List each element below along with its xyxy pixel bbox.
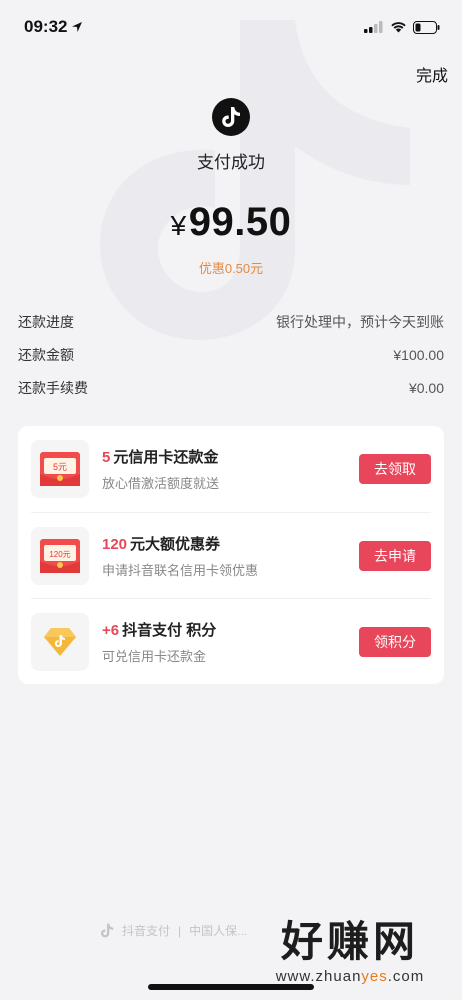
promo-title-text: 元大额优惠券: [130, 535, 221, 553]
douyin-logo: [212, 98, 250, 136]
location-arrow-icon: [72, 22, 83, 32]
claim-cashback-button[interactable]: 去领取: [359, 454, 431, 484]
diamond-points-icon: [31, 612, 89, 671]
promo-subtitle: 可兑信用卡还款金: [102, 648, 207, 664]
promo-number: +6: [102, 621, 120, 639]
promo-item-coupon: 120元 120 元大额优惠券 申请抖音联名信用卡领优惠 去申请: [31, 512, 431, 598]
detail-value: ¥0.00: [408, 379, 444, 396]
footer-partner-text: 中国人保...: [189, 924, 248, 938]
promo-title: +6 抖音支付 积分: [102, 619, 359, 640]
time-text: 09:32: [24, 17, 68, 36]
watermark-title: 好赚网: [280, 918, 419, 965]
footer-brand-text: 抖音支付: [122, 924, 171, 938]
promo-subtitle: 放心借激活额度就送: [102, 476, 220, 491]
site-watermark: 好赚网 www.zhuanyes.com: [250, 918, 450, 985]
done-button[interactable]: 完成: [416, 62, 448, 86]
detail-label: 还款手续费: [18, 379, 88, 396]
watermark-url: www.zhuanyes.com: [250, 968, 450, 985]
detail-row-progress: 还款进度 银行处理中，预计今天到账: [18, 305, 444, 338]
detail-value: 银行处理中，预计今天到账: [276, 313, 444, 330]
promo-title: 5 元信用卡还款金: [102, 446, 359, 467]
promo-number: 5: [102, 449, 111, 466]
promo-subtitle: 申请抖音联名信用卡领优惠: [102, 562, 259, 578]
promo-title-text: 抖音支付 积分: [122, 621, 217, 639]
battery-icon: [413, 20, 440, 34]
envelope-label: 120元: [49, 550, 70, 559]
currency-symbol: ¥: [170, 210, 187, 241]
watermark-url-prefix: www.zhuan: [275, 968, 362, 985]
detail-value: ¥100.00: [393, 346, 444, 363]
status-time: 09:32: [24, 17, 83, 37]
detail-label: 还款金额: [18, 346, 74, 363]
envelope-label: 5元: [53, 462, 67, 472]
red-envelope-icon: 120元: [31, 526, 89, 585]
watermark-url-suffix: .com: [387, 968, 425, 985]
douyin-small-icon: [101, 923, 114, 938]
wifi-icon: [391, 22, 406, 33]
detail-row-fee: 还款手续费 ¥0.00: [18, 371, 444, 404]
amount-value: 99.50: [188, 200, 292, 244]
promo-item-points: +6 抖音支付 积分 可兑信用卡还款金 领积分: [31, 598, 431, 684]
watermark-url-highlight: yes: [361, 968, 388, 985]
discount-text: 优惠0.50元: [198, 261, 264, 276]
payment-status: 支付成功: [197, 153, 265, 172]
promo-number: 120: [102, 535, 128, 553]
payment-amount: ¥99.50: [0, 200, 462, 245]
footer-divider: |: [178, 923, 182, 938]
detail-label: 还款进度: [18, 313, 74, 330]
repayment-details: 还款进度 银行处理中，预计今天到账 还款金额 ¥100.00 还款手续费 ¥0.…: [18, 305, 444, 404]
promo-item-cashback: 5元 5 元信用卡还款金 放心借激活额度就送 去领取: [31, 426, 431, 512]
signal-icon: [364, 21, 383, 33]
footer-brand: 抖音支付 | 中国人保...: [100, 922, 247, 939]
home-indicator[interactable]: [148, 984, 314, 990]
tiktok-note-icon: [222, 107, 240, 127]
claim-points-button[interactable]: 领积分: [359, 626, 431, 657]
promo-title: 120 元大额优惠券: [102, 533, 359, 554]
apply-coupon-button[interactable]: 去申请: [359, 540, 431, 571]
red-envelope-icon: 5元: [31, 440, 89, 498]
promo-title-text: 元信用卡还款金: [113, 449, 219, 466]
detail-row-amount: 还款金额 ¥100.00: [18, 338, 444, 371]
status-bar: 09:32: [0, 0, 462, 54]
promo-card: 5元 5 元信用卡还款金 放心借激活额度就送 去领取 120元 120 元大额优惠券…: [18, 426, 444, 684]
